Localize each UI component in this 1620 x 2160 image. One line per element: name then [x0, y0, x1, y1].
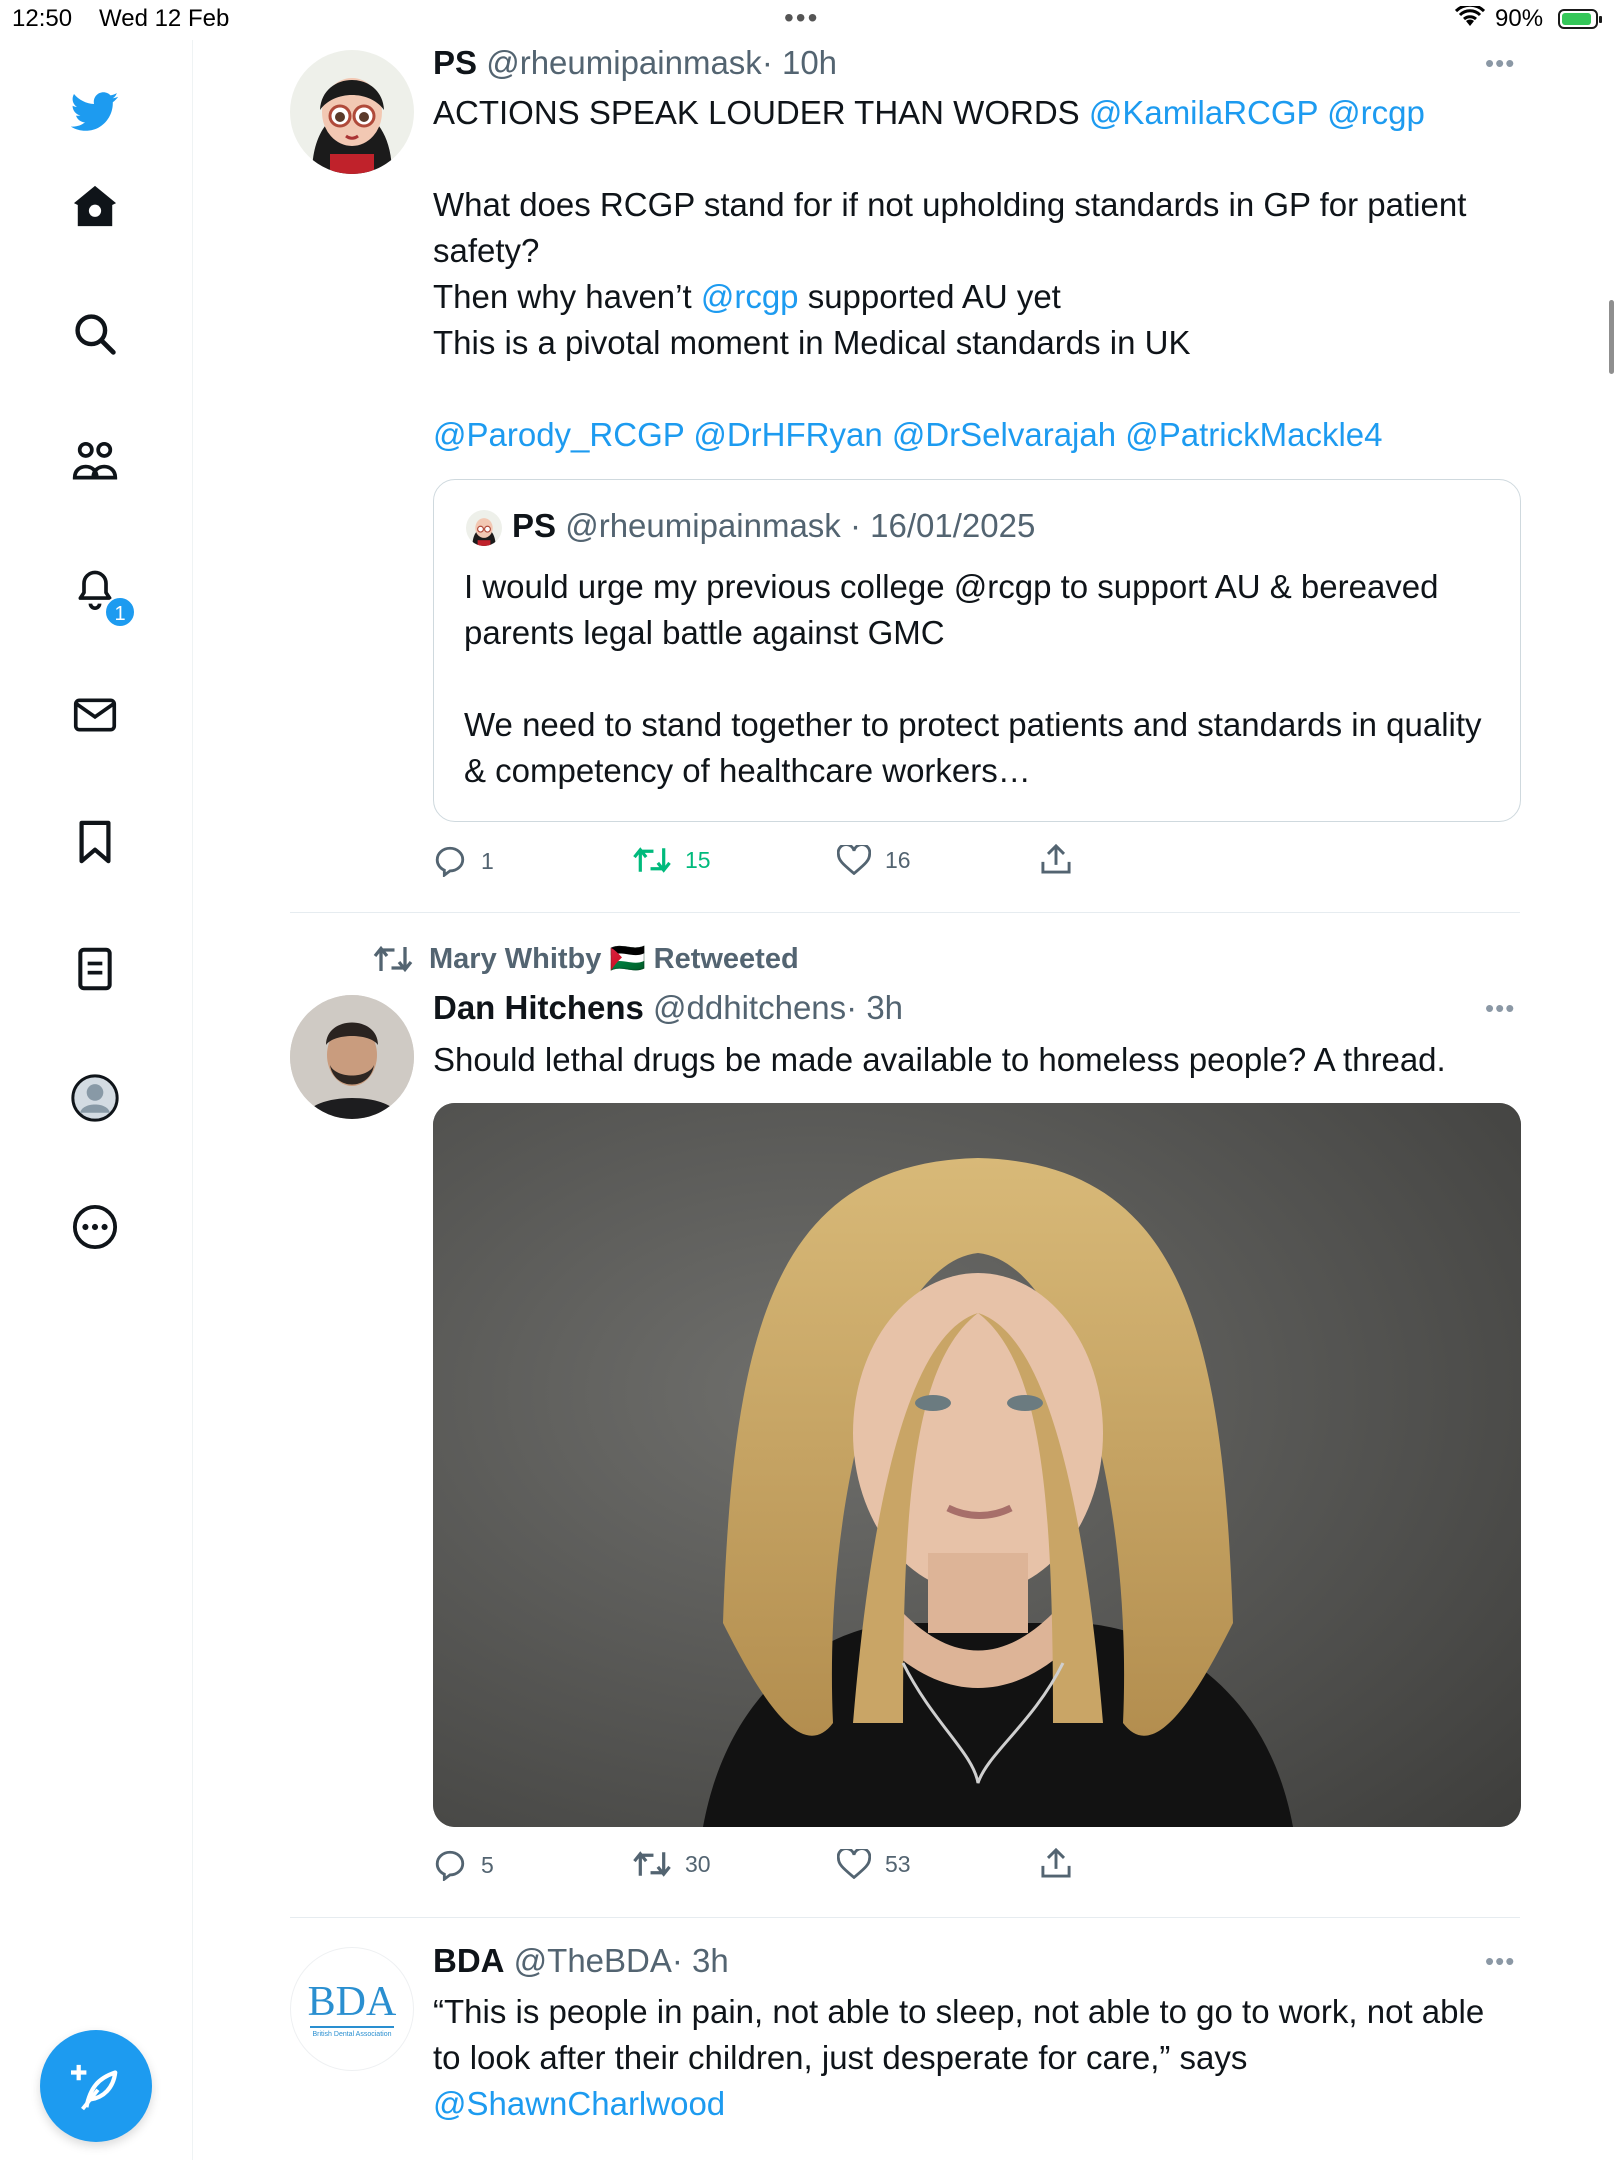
messages-envelope-icon[interactable]	[71, 691, 119, 739]
tweet-more-icon[interactable]: •••	[1485, 1946, 1515, 1977]
communities-icon[interactable]	[71, 437, 119, 485]
status-bar: 12:50 Wed 12 Feb ••• 90%	[0, 0, 1620, 40]
handle[interactable]: @ddhitchens	[653, 989, 846, 1026]
heart-icon	[837, 845, 871, 875]
tweet-header: Dan Hitchens @ddhitchens· 3h	[433, 989, 903, 1027]
tweet-more-icon[interactable]: •••	[1485, 993, 1515, 1024]
handle[interactable]: @TheBDA	[514, 1942, 672, 1979]
tweet-header: BDA @TheBDA· 3h	[433, 1942, 729, 1980]
wifi-icon	[1454, 3, 1486, 35]
retweeted-by-text[interactable]: Mary Whitby 🇵🇸 Retweeted	[429, 942, 799, 976]
sidebar: 1	[0, 40, 193, 2160]
quoted-body: I would urge my previous college @rcgp t…	[464, 564, 1484, 794]
tweet-body: ACTIONS SPEAK LOUDER THAN WORDS @KamilaR…	[433, 90, 1523, 458]
avatar-dan-hitchens[interactable]	[290, 995, 414, 1119]
profile-icon[interactable]	[71, 1074, 119, 1122]
reply-button[interactable]: 5	[433, 1849, 494, 1881]
scrollbar-thumb[interactable]	[1609, 300, 1614, 374]
like-button[interactable]: 16	[837, 845, 911, 875]
retweet-count: 15	[685, 846, 711, 873]
bda-logo-text: BDA	[307, 1978, 397, 2025]
share-icon	[1041, 1847, 1071, 1878]
tweet-time[interactable]: · 3h	[846, 989, 903, 1026]
heart-icon	[837, 1849, 871, 1879]
more-options-icon[interactable]	[71, 1203, 119, 1251]
bda-logo-rule	[310, 2025, 394, 2028]
reply-count: 1	[481, 847, 494, 874]
retweeted-by-label: Mary Whitby 🇵🇸 Retweeted	[373, 942, 799, 976]
share-button[interactable]	[1040, 843, 1072, 875]
like-button[interactable]: 53	[837, 1849, 911, 1879]
tweet-photo[interactable]	[433, 1103, 1521, 1827]
retweet-button[interactable]: 30	[633, 1849, 711, 1879]
quoted-display-name: PS	[512, 507, 557, 544]
tweet-text-line: Then why haven’t	[433, 278, 701, 315]
tweet-more-icon[interactable]: •••	[1485, 48, 1515, 79]
tweet-time[interactable]: · 3h	[672, 1942, 729, 1979]
quoted-header: PS @rheumipainmask · 16/01/2025	[512, 507, 1035, 545]
bda-logo-subtext: British Dental Association	[312, 2030, 392, 2038]
tweet-header: PS @rheumipainmask· 10h	[433, 44, 837, 82]
handle[interactable]: @rheumipainmask	[486, 44, 762, 81]
battery-icon	[1558, 9, 1602, 29]
home-icon[interactable]	[71, 182, 119, 230]
quoted-date: · 16/01/2025	[849, 507, 1036, 544]
reply-icon	[435, 1850, 465, 1881]
mention-link[interactable]: @rcgp	[701, 278, 799, 315]
quoted-text-line: I would urge my previous college @rcgp t…	[464, 568, 1439, 651]
display-name[interactable]: PS	[433, 44, 477, 81]
mention-links[interactable]: @KamilaRCGP @rcgp	[1089, 94, 1425, 131]
tweet-body: “This is people in pain, not able to sle…	[433, 1989, 1493, 2127]
retweet-count: 30	[685, 1850, 711, 1877]
avatar-bda[interactable]: BDA British Dental Association	[290, 1947, 414, 2071]
status-time: 12:50	[12, 5, 73, 32]
bookmarks-icon[interactable]	[71, 818, 119, 866]
display-name[interactable]: BDA	[433, 1942, 505, 1979]
display-name[interactable]: Dan Hitchens	[433, 989, 644, 1026]
twitter-logo-icon[interactable]	[71, 88, 119, 136]
compose-feather-icon	[71, 2064, 118, 2111]
tweet-text: “This is people in pain, not able to sle…	[433, 1993, 1485, 2076]
notification-count-badge: 1	[104, 596, 136, 628]
mention-link[interactable]: @ShawnCharlwood	[433, 2081, 1493, 2127]
explore-search-icon[interactable]	[71, 310, 119, 358]
reply-count: 5	[481, 1851, 494, 1878]
multitasking-dots-icon[interactable]: •••	[784, 2, 819, 34]
tweet-time[interactable]: · 10h	[762, 44, 837, 81]
like-count: 53	[885, 1850, 911, 1877]
lists-icon[interactable]	[71, 945, 119, 993]
tweet-text-line: ACTIONS SPEAK LOUDER THAN WORDS	[433, 94, 1089, 131]
compose-tweet-button[interactable]	[40, 2030, 152, 2142]
retweet-button[interactable]: 15	[633, 845, 711, 875]
share-icon	[1041, 843, 1071, 874]
tweet-text: Should lethal drugs be made available to…	[433, 1041, 1446, 1078]
quoted-avatar	[466, 510, 502, 546]
avatar-ps[interactable]	[290, 50, 414, 174]
status-date: Wed 12 Feb	[99, 5, 230, 32]
retweeted-icon	[373, 945, 413, 973]
battery-percentage: 90%	[1495, 5, 1544, 32]
quoted-text-line: We need to stand together to protect pat…	[464, 706, 1482, 789]
tweet-divider	[290, 912, 1520, 913]
reply-button[interactable]: 1	[433, 845, 494, 877]
reply-icon	[435, 846, 465, 877]
quoted-tweet[interactable]: PS @rheumipainmask · 16/01/2025 I would …	[433, 479, 1521, 822]
tweet-text-line: supported AU yet	[798, 278, 1061, 315]
mention-links[interactable]: @Parody_RCGP @DrHFRyan @DrSelvarajah @Pa…	[433, 412, 1523, 458]
retweet-icon	[633, 1851, 671, 1877]
tweet-divider	[290, 1917, 1520, 1918]
like-count: 16	[885, 846, 911, 873]
tweet-text-line: What does RCGP stand for if not upholdin…	[433, 186, 1467, 269]
share-button[interactable]	[1040, 1847, 1072, 1879]
tweet-text-line: This is a pivotal moment in Medical stan…	[433, 324, 1191, 361]
retweet-icon	[633, 847, 671, 873]
quoted-handle: @rheumipainmask	[565, 507, 841, 544]
